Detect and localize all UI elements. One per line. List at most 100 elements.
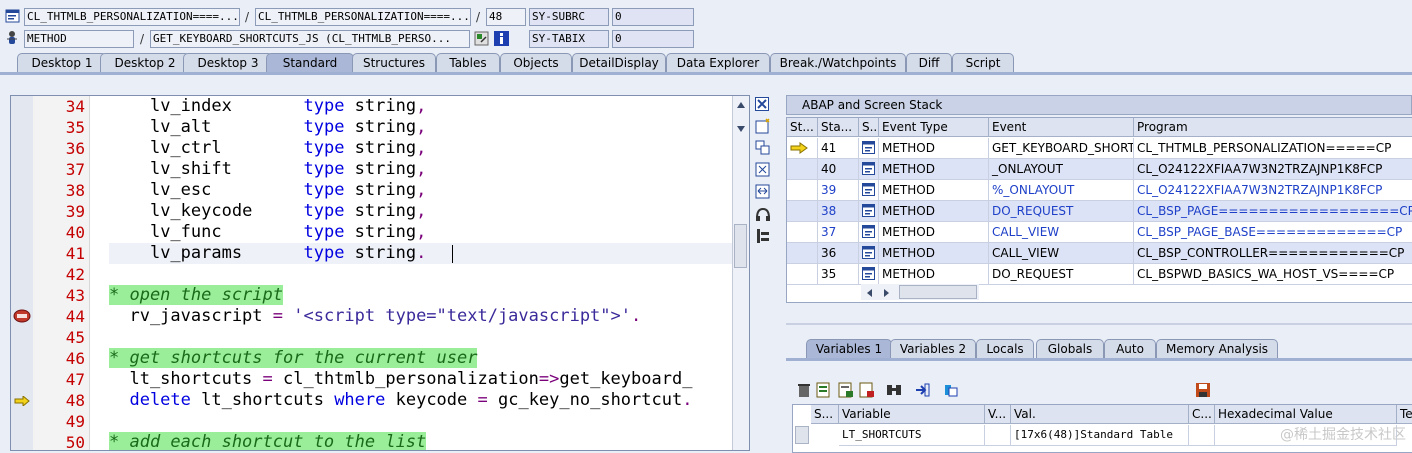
code-line[interactable]: lv_ctrl type string, <box>109 138 426 159</box>
tab-auto[interactable]: Auto <box>1104 339 1156 358</box>
horizontal-scrollbar[interactable] <box>861 284 979 300</box>
status-cell[interactable] <box>787 180 818 201</box>
tab-detail-display[interactable]: DetailDisplay <box>572 53 666 72</box>
tab-structures[interactable]: Structures <box>352 53 436 72</box>
sysvar-name-field-2[interactable]: SY-TABIX <box>529 30 609 48</box>
column-header[interactable]: Variable <box>839 405 985 424</box>
replace-tool-icon[interactable] <box>755 140 771 156</box>
type-field[interactable]: METHOD <box>24 30 134 48</box>
append-row-icon[interactable] <box>838 382 854 398</box>
program-cell[interactable]: CL_O24122XFIAA7W3N2TRZAJNP1K8FCP <box>1134 180 1412 201</box>
stack-type-icon-cell[interactable] <box>859 222 879 243</box>
column-header[interactable]: St... <box>787 118 818 137</box>
event-type-cell[interactable]: METHOD <box>879 243 989 264</box>
swap-tool-icon[interactable] <box>755 184 771 200</box>
code-line[interactable]: rv_javascript = '<script type="text/java… <box>109 306 641 327</box>
scroll-up-icon[interactable] <box>736 99 746 109</box>
stack-table[interactable]: St... Sta... S... Event Type Event Progr… <box>786 117 1412 303</box>
services-icon[interactable] <box>755 206 771 222</box>
sysvar-value-field-2[interactable]: 0 <box>612 30 694 48</box>
status-cell[interactable] <box>787 222 818 243</box>
event-type-cell[interactable]: METHOD <box>879 138 989 159</box>
stack-type-icon-cell[interactable] <box>859 243 879 264</box>
code-line[interactable]: lv_alt type string, <box>109 117 426 138</box>
display-object-icon[interactable] <box>474 31 489 46</box>
event-type-cell[interactable]: METHOD <box>879 222 989 243</box>
column-header[interactable]: C... <box>1189 405 1215 424</box>
stack-level-cell[interactable]: 38 <box>818 201 859 222</box>
status-cell[interactable] <box>787 264 818 285</box>
column-header[interactable]: Val. <box>1011 405 1189 424</box>
source-code-editor[interactable]: 34 35 36 37 38 39 40 41 42 43 44 45 46 47 48 49 50 lv_in… <box>10 95 750 451</box>
editor-vertical-scrollbar[interactable] <box>732 96 749 450</box>
tab-variables-1[interactable]: Variables 1 <box>806 339 892 358</box>
stack-level-cell[interactable]: 40 <box>818 159 859 180</box>
stack-level-cell[interactable]: 39 <box>818 180 859 201</box>
variable-value-cell[interactable]: [17x6(48)]Standard Table <box>1011 425 1189 446</box>
code-line[interactable]: lv_params type string. <box>109 243 426 264</box>
column-header[interactable]: Event Type <box>879 118 989 137</box>
event-type-cell[interactable]: METHOD <box>879 264 989 285</box>
tab-desktop-1[interactable]: Desktop 1 <box>17 53 107 72</box>
column-header[interactable]: Sta... <box>818 118 859 137</box>
breakpoint-gutter[interactable] <box>11 96 34 450</box>
column-header[interactable]: Program <box>1134 118 1412 137</box>
event-cell[interactable]: _ONLAYOUT <box>989 159 1134 180</box>
tab-variables-2[interactable]: Variables 2 <box>890 339 976 358</box>
delete-icon[interactable] <box>796 382 812 398</box>
tab-break-watchpoints[interactable]: Break./Watchpoints <box>770 53 906 72</box>
close-icon[interactable] <box>755 97 769 111</box>
program-cell[interactable]: CL_BSPWD_BASICS_WA_HOST_VS====CP <box>1134 264 1412 285</box>
code-line[interactable]: lt_shortcuts = cl_thtmlb_personalization… <box>109 369 692 390</box>
event-cell[interactable]: CALL_VIEW <box>989 243 1134 264</box>
program-cell[interactable]: CL_O24122XFIAA7W3N2TRZAJNP1K8FCP <box>1134 159 1412 180</box>
event-type-cell[interactable]: METHOD <box>879 180 989 201</box>
status-cell[interactable] <box>787 159 818 180</box>
stack-type-icon-cell[interactable] <box>859 159 879 180</box>
column-header[interactable]: V... <box>985 405 1011 424</box>
scroll-down-icon[interactable] <box>736 123 746 133</box>
scroll-right-icon[interactable] <box>883 287 891 297</box>
tab-desktop-3[interactable]: Desktop 3 <box>183 53 273 72</box>
info-icon[interactable] <box>494 31 509 46</box>
display-icon[interactable] <box>943 382 959 398</box>
stack-type-icon-cell[interactable] <box>859 138 879 159</box>
comment-line[interactable]: * add each shortcut to the list <box>109 432 427 450</box>
tab-locals[interactable]: Locals <box>976 339 1034 358</box>
row-selector[interactable] <box>795 426 809 444</box>
variable-name-cell[interactable]: LT_SHORTCUTS <box>839 425 985 446</box>
event-type-cell[interactable]: METHOD <box>879 201 989 222</box>
program-cell[interactable]: CL_BSP_PAGE==================CP <box>1134 201 1412 222</box>
tab-diff[interactable]: Diff <box>906 53 952 72</box>
column-header[interactable]: Te <box>1397 405 1412 424</box>
column-header[interactable]: Event <box>989 118 1134 137</box>
stack-level-cell[interactable]: 37 <box>818 222 859 243</box>
class-field[interactable]: CL_THTMLB_PERSONALIZATION====... <box>24 8 240 26</box>
stack-level-cell[interactable]: 36 <box>818 243 859 264</box>
sysvar-name-field[interactable]: SY-SUBRC <box>529 8 609 26</box>
stack-type-icon-cell[interactable] <box>859 264 879 285</box>
line-number-field[interactable]: 48 <box>486 8 526 26</box>
navigate-icon[interactable] <box>914 382 930 398</box>
tab-globals[interactable]: Globals <box>1036 339 1104 358</box>
status-cell[interactable] <box>787 243 818 264</box>
sysvar-value-field[interactable]: 0 <box>612 8 694 26</box>
tab-memory-analysis[interactable]: Memory Analysis <box>1156 339 1278 358</box>
delete-row-icon[interactable] <box>859 382 875 398</box>
tab-script[interactable]: Script <box>952 53 1014 72</box>
find-icon[interactable] <box>886 382 902 398</box>
tab-tables[interactable]: Tables <box>436 53 500 72</box>
tab-objects[interactable]: Objects <box>500 53 572 72</box>
status-cell[interactable] <box>787 201 818 222</box>
scroll-thumb[interactable] <box>734 224 747 268</box>
stack-type-icon-cell[interactable] <box>859 201 879 222</box>
settings-icon[interactable] <box>755 228 771 244</box>
pane-splitter[interactable] <box>786 323 1412 325</box>
event-cell[interactable]: GET_KEYBOARD_SHORT... <box>989 138 1134 159</box>
code-line[interactable]: lv_keycode type string, <box>109 201 426 222</box>
event-cell[interactable]: DO_REQUEST <box>989 201 1134 222</box>
column-header[interactable]: Hexadecimal Value <box>1215 405 1397 424</box>
event-cell[interactable]: CALL_VIEW <box>989 222 1134 243</box>
code-line[interactable]: lv_shift type string, <box>109 159 426 180</box>
new-tool-icon[interactable] <box>755 118 771 134</box>
